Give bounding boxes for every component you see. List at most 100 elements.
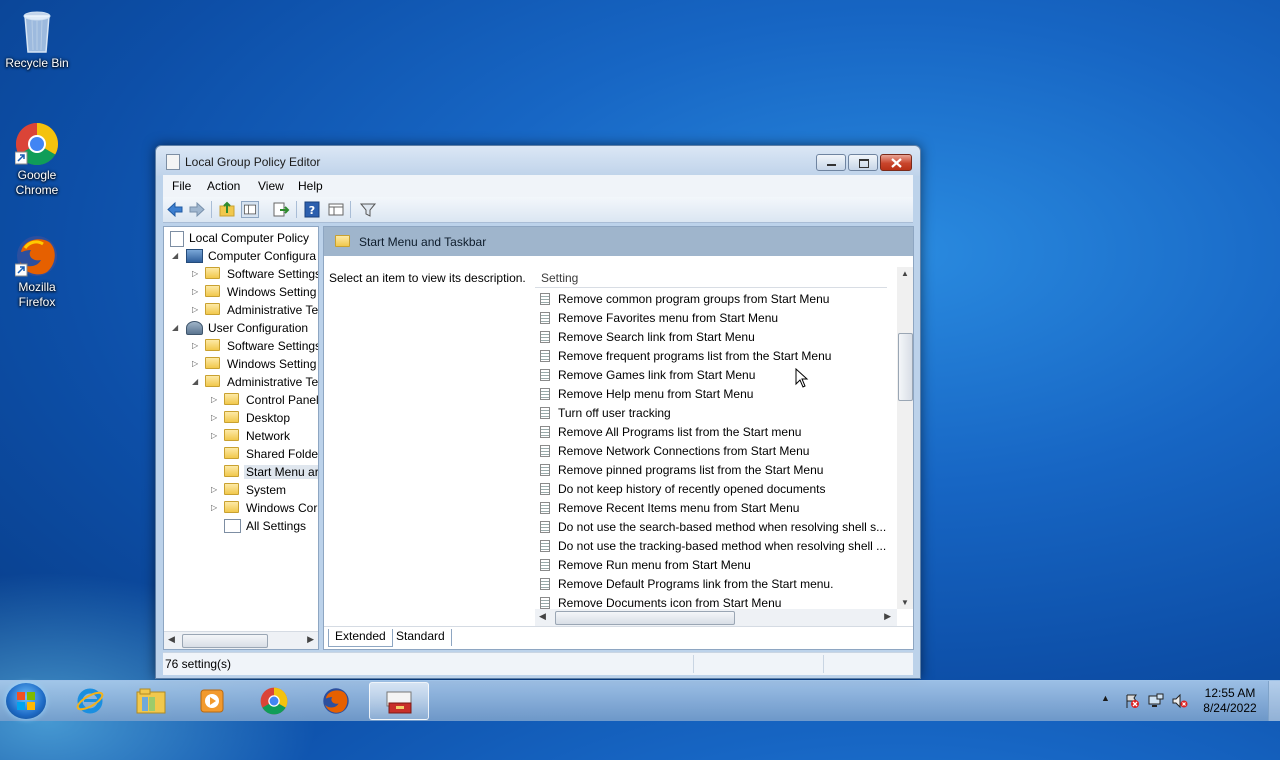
status-divider — [693, 655, 694, 673]
start-button[interactable] — [6, 683, 46, 719]
expand-arrow-icon[interactable]: ▷ — [211, 431, 219, 440]
setting-row[interactable]: Remove frequent programs list from the S… — [540, 347, 890, 366]
up-folder-icon[interactable] — [218, 201, 236, 218]
setting-row[interactable]: Do not keep history of recently opened d… — [540, 480, 890, 499]
toolbar-separator — [350, 201, 351, 218]
setting-row[interactable]: Remove Run menu from Start Menu — [540, 556, 890, 575]
desktop-icon-mozilla-firefox[interactable]: Mozilla Firefox — [0, 234, 74, 310]
policy-setting-icon — [540, 559, 550, 571]
menu-action[interactable]: Action — [207, 179, 240, 193]
group-policy-editor-window: Local Group Policy Editor File Action Vi… — [155, 145, 921, 679]
scroll-left-arrow-icon[interactable]: ◀ — [539, 611, 546, 622]
menu-help[interactable]: Help — [298, 179, 323, 193]
policy-setting-icon — [540, 293, 550, 305]
scroll-thumb[interactable] — [898, 333, 913, 401]
close-button[interactable] — [880, 154, 912, 171]
setting-row[interactable]: Remove common program groups from Start … — [540, 290, 890, 309]
minimize-button[interactable] — [816, 154, 846, 171]
menu-bar: File Action View Help — [163, 175, 913, 197]
tab-standard[interactable]: Standard — [390, 629, 452, 646]
setting-name: Remove common program groups from Start … — [558, 292, 830, 306]
collapse-arrow-icon[interactable]: ◢ — [172, 323, 180, 332]
folder-icon — [205, 303, 220, 315]
action-center-flag-icon[interactable] — [1124, 693, 1140, 709]
expand-arrow-icon[interactable]: ▷ — [211, 485, 219, 494]
setting-row[interactable]: Remove Network Connections from Start Me… — [540, 442, 890, 461]
export-list-icon[interactable] — [272, 201, 290, 218]
setting-name: Remove Games link from Start Menu — [558, 368, 756, 382]
taskbar-windows-explorer[interactable] — [123, 682, 179, 720]
help-icon[interactable]: ? — [303, 201, 321, 218]
setting-row[interactable]: Remove Recent Items menu from Start Menu — [540, 499, 890, 518]
taskbar-group-policy-editor[interactable] — [369, 682, 429, 720]
expand-arrow-icon[interactable]: ▷ — [211, 503, 219, 512]
show-desktop-button[interactable] — [1268, 681, 1280, 721]
show-hidden-icons-arrow-icon[interactable]: ▲ — [1101, 693, 1110, 703]
expand-arrow-icon[interactable]: ▷ — [211, 413, 219, 422]
folder-icon — [205, 357, 220, 369]
column-header-setting[interactable]: Setting — [535, 267, 887, 288]
expand-arrow-icon[interactable]: ▷ — [192, 305, 200, 314]
desktop-icon-recycle-bin[interactable]: Recycle Bin — [0, 6, 74, 71]
setting-row[interactable]: Remove Help menu from Start Menu — [540, 385, 890, 404]
scroll-up-arrow-icon[interactable]: ▲ — [901, 269, 909, 278]
title-bar[interactable]: Local Group Policy Editor — [156, 146, 920, 176]
setting-row[interactable]: Remove Games link from Start Menu — [540, 366, 890, 385]
pane-header-title: Start Menu and Taskbar — [359, 235, 487, 249]
settings-vertical-scrollbar[interactable]: ▲ ▼ — [897, 267, 913, 609]
settings-horizontal-scrollbar[interactable]: ◀ ▶ — [535, 609, 897, 626]
tab-extended[interactable]: Extended — [328, 629, 393, 647]
toolbar-separator — [296, 201, 297, 218]
setting-row[interactable]: Remove pinned programs list from the Sta… — [540, 461, 890, 480]
setting-row[interactable]: Remove Default Programs link from the St… — [540, 575, 890, 594]
group-policy-icon — [386, 691, 412, 714]
collapse-arrow-icon[interactable]: ◢ — [172, 251, 180, 260]
setting-name: Remove Network Connections from Start Me… — [558, 444, 810, 458]
setting-row[interactable]: Remove Favorites menu from Start Menu — [540, 309, 890, 328]
scroll-right-arrow-icon[interactable]: ▶ — [884, 611, 891, 622]
policy-setting-icon — [540, 369, 550, 381]
taskbar-media-player[interactable] — [184, 682, 240, 720]
scroll-right-arrow-icon[interactable]: ▶ — [307, 634, 314, 645]
scroll-thumb[interactable] — [555, 611, 735, 625]
close-icon — [891, 158, 902, 168]
collapse-arrow-icon[interactable]: ◢ — [192, 377, 200, 386]
desktop-icon-google-chrome[interactable]: Google Chrome — [0, 122, 74, 198]
setting-row[interactable]: Do not use the search-based method when … — [540, 518, 890, 537]
show-hide-tree-icon[interactable] — [241, 201, 259, 218]
forward-arrow-icon[interactable] — [188, 201, 206, 218]
tree-horizontal-scrollbar[interactable]: ◀ ▶ — [164, 631, 318, 649]
menu-file[interactable]: File — [172, 179, 191, 193]
volume-muted-icon[interactable] — [1172, 693, 1188, 709]
scroll-thumb[interactable] — [182, 634, 268, 648]
status-settings-count: 76 setting(s) — [165, 657, 232, 671]
restore-icon — [859, 159, 869, 168]
filter-icon[interactable] — [359, 201, 377, 218]
restore-button[interactable] — [848, 154, 878, 171]
expand-arrow-icon[interactable]: ▷ — [192, 359, 200, 368]
back-arrow-icon[interactable] — [166, 201, 184, 218]
setting-row[interactable]: Do not use the tracking-based method whe… — [540, 537, 890, 556]
setting-row[interactable]: Remove Search link from Start Menu — [540, 328, 890, 347]
scroll-down-arrow-icon[interactable]: ▼ — [901, 598, 909, 607]
expand-arrow-icon[interactable]: ▷ — [211, 395, 219, 404]
expand-arrow-icon[interactable]: ▷ — [192, 341, 200, 350]
setting-row[interactable]: Remove All Programs list from the Start … — [540, 423, 890, 442]
folder-library-icon — [136, 688, 166, 714]
toolbar-separator — [211, 201, 212, 218]
taskbar-internet-explorer[interactable] — [62, 682, 118, 720]
setting-name: Remove frequent programs list from the S… — [558, 349, 832, 363]
pane-header: Start Menu and Taskbar — [324, 227, 913, 256]
setting-row[interactable]: Turn off user tracking — [540, 404, 890, 423]
taskbar-mozilla-firefox[interactable] — [308, 682, 364, 720]
scroll-left-arrow-icon[interactable]: ◀ — [168, 634, 175, 645]
network-icon[interactable] — [1148, 693, 1164, 709]
policy-setting-icon — [540, 521, 550, 533]
details-pane: Start Menu and Taskbar Select an item to… — [323, 226, 914, 650]
system-clock[interactable]: 12:55 AM 8/24/2022 — [1195, 686, 1265, 716]
properties-view-icon[interactable] — [327, 201, 345, 218]
expand-arrow-icon[interactable]: ▷ — [192, 269, 200, 278]
menu-view[interactable]: View — [258, 179, 284, 193]
expand-arrow-icon[interactable]: ▷ — [192, 287, 200, 296]
taskbar-google-chrome[interactable] — [246, 682, 302, 720]
